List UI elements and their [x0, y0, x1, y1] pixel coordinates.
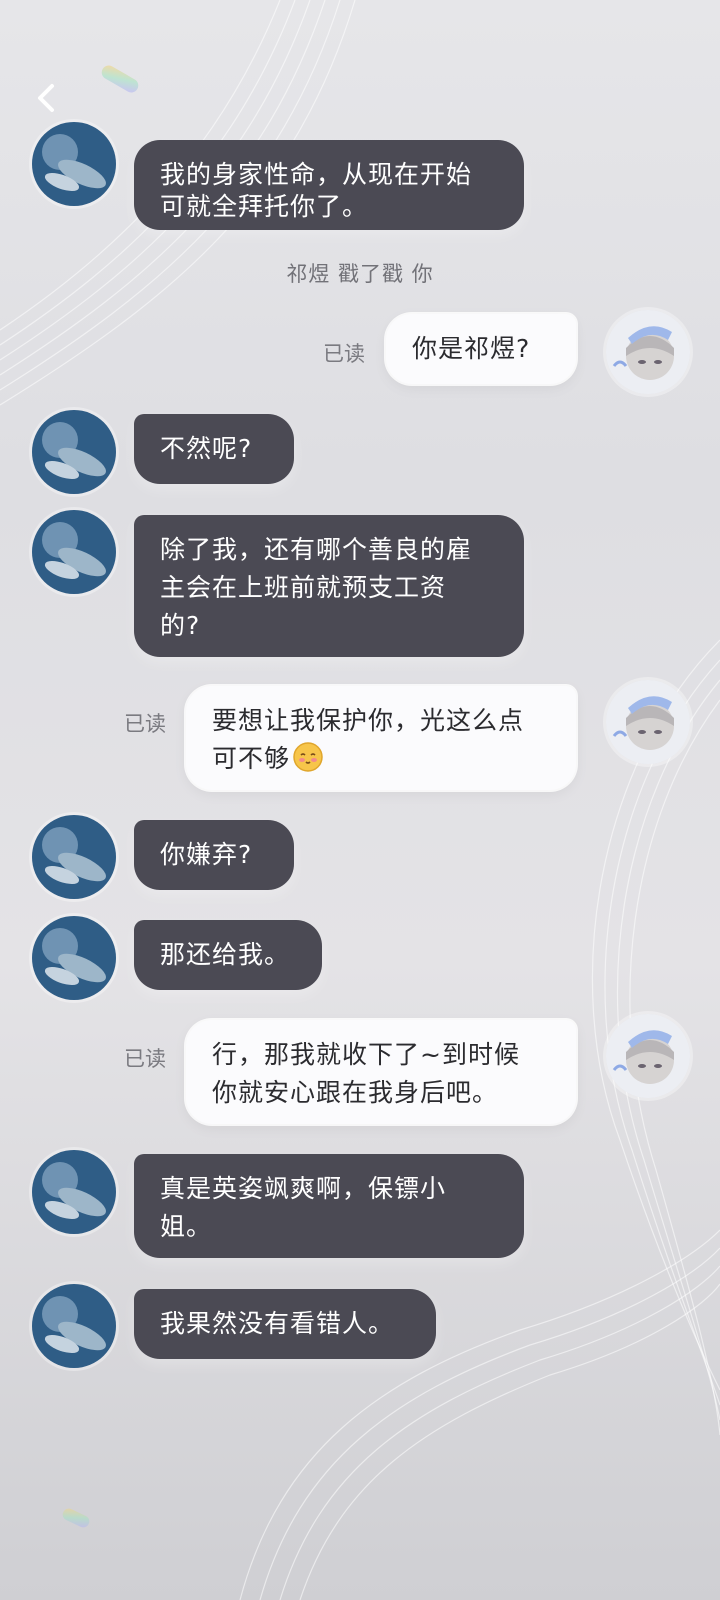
contact-avatar[interactable]: [32, 916, 116, 1000]
message-bubble-incoming[interactable]: 我果然没有看错人。: [134, 1289, 436, 1359]
poke-notice: 祁煜 戳了戳 你: [286, 262, 434, 286]
contact-avatar[interactable]: [32, 815, 116, 899]
message-text: 行，那我就收下了~到时候: [212, 1040, 520, 1069]
message-text: 你嫌弃?: [160, 840, 253, 869]
message-text: 要想让我保护你，光这么点: [212, 706, 525, 735]
message-text: 那还给我。: [160, 940, 291, 969]
contact-avatar[interactable]: [32, 410, 116, 494]
message-bubble-incoming[interactable]: 我的身家性命，从现在开始 可就全拜托你了。: [134, 140, 524, 230]
contact-avatar[interactable]: [32, 1284, 116, 1368]
message-text: 你是祁煜?: [412, 334, 531, 363]
contact-avatar[interactable]: [32, 510, 116, 594]
message-text: 主会在上班前就预支工资: [160, 573, 447, 602]
message-bubble-outgoing[interactable]: 你是祁煜?: [386, 314, 576, 384]
message-bubble-incoming[interactable]: 真是英姿飒爽啊，保镖小 姐。: [134, 1154, 524, 1258]
message-bubble-incoming[interactable]: 不然呢?: [134, 414, 294, 484]
read-receipt: 已读: [323, 342, 365, 366]
message-text: 可不够: [212, 744, 291, 773]
read-receipt: 已读: [124, 712, 166, 736]
contact-avatar[interactable]: [32, 122, 116, 206]
message-text: 真是英姿飒爽啊，保镖小: [160, 1174, 447, 1203]
message-text: 姐。: [160, 1212, 213, 1241]
user-avatar[interactable]: [606, 1014, 690, 1098]
message-bubble-outgoing[interactable]: 行，那我就收下了~到时候 你就安心跟在我身后吧。: [186, 1020, 576, 1124]
message-text: 除了我，还有哪个善良的雇: [160, 535, 473, 564]
chat-thread[interactable]: 我的身家性命，从现在开始 可就全拜托你了。 祁煜 戳了戳 你 已读 你是祁煜? …: [0, 0, 720, 1600]
message-text: 你就安心跟在我身后吧。: [212, 1078, 499, 1107]
blush-emoji-icon: [293, 742, 323, 772]
user-avatar[interactable]: [606, 310, 690, 394]
user-avatar[interactable]: [606, 680, 690, 764]
message-text: 的?: [160, 611, 201, 640]
read-receipt: 已读: [124, 1047, 166, 1071]
message-bubble-outgoing[interactable]: 要想让我保护你，光这么点 可不够: [186, 686, 576, 790]
message-bubble-incoming[interactable]: 那还给我。: [134, 920, 322, 990]
message-text: 我果然没有看错人。: [160, 1309, 395, 1338]
message-bubble-incoming[interactable]: 你嫌弃?: [134, 820, 294, 890]
message-bubble-incoming[interactable]: 除了我，还有哪个善良的雇 主会在上班前就预支工资 的?: [134, 515, 524, 657]
contact-avatar[interactable]: [32, 1150, 116, 1234]
message-text: 不然呢?: [160, 434, 253, 463]
